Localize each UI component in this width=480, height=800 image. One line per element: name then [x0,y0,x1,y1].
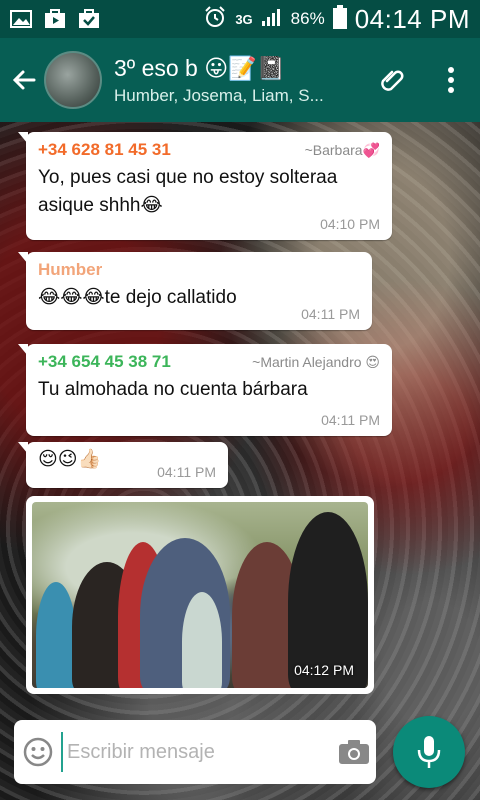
message-composer [14,720,376,784]
message-time: 04:11 PM [157,464,216,480]
play-store-icon [44,9,66,29]
camera-button[interactable] [332,720,376,784]
paperclip-icon [381,70,404,91]
emoji-icon [23,737,52,767]
message-sender-tag: ~Barbara💞 [304,142,380,158]
clock: 04:14 PM [354,3,470,34]
network-type: 3G [235,11,253,27]
attach-button[interactable] [364,38,422,122]
more-vert-icon [448,67,454,93]
image-icon [10,9,32,29]
group-info[interactable]: 3º eso b 😛📝📓 Humber, Josema, Liam, S... [114,54,364,106]
voice-record-button[interactable] [393,716,465,788]
message-text: Yo, pues casi que no estoy solteraa asiq… [38,167,338,216]
group-members: Humber, Josema, Liam, S... [114,86,324,105]
battery-percent: 86% [290,9,325,28]
microphone-icon [417,736,441,768]
shared-photo[interactable]: 04:12 PM [32,502,368,688]
message-sender: Humber [38,260,103,279]
briefcase-check-icon [78,9,100,29]
message-bubble[interactable]: +34 628 81 45 31 ~Barbara💞 Yo, pues casi… [18,132,392,240]
battery-icon [332,4,347,34]
message-time: 04:11 PM [321,412,380,428]
camera-icon [339,740,369,764]
more-options-button[interactable] [422,38,480,122]
message-bubble[interactable]: +34 654 45 38 71 ~Martin Alejandro 😍 Tu … [18,344,392,436]
emoji-button[interactable] [14,720,61,784]
status-bar: 3G 86% 04:14 PM [0,0,480,38]
group-avatar[interactable] [44,51,102,109]
chat-area[interactable]: +34 628 81 45 31 ~Barbara💞 Yo, pues casi… [0,122,480,800]
message-bubble[interactable]: Humber 😂😂😂te dejo callatido 04:11 PM [18,252,372,330]
message-sender-tag: ~Martin Alejandro 😍 [252,354,380,370]
image-time: 04:12 PM [294,662,354,678]
chat-header: 3º eso b 😛📝📓 Humber, Josema, Liam, S... [0,38,480,122]
image-message[interactable]: 04:12 PM [26,496,374,694]
message-text: Tu almohada no cuenta bárbara [38,379,308,400]
group-title: 3º eso b 😛📝📓 [114,55,286,81]
message-input[interactable] [61,732,333,772]
message-time: 04:11 PM [301,306,360,322]
alarm-icon [203,5,227,34]
signal-icon [261,7,283,32]
message-time: 04:10 PM [320,216,380,232]
message-bubble[interactable]: 😌😉👍🏻 04:11 PM [18,442,228,488]
arrow-left-icon [12,70,36,90]
back-button[interactable] [4,38,44,122]
